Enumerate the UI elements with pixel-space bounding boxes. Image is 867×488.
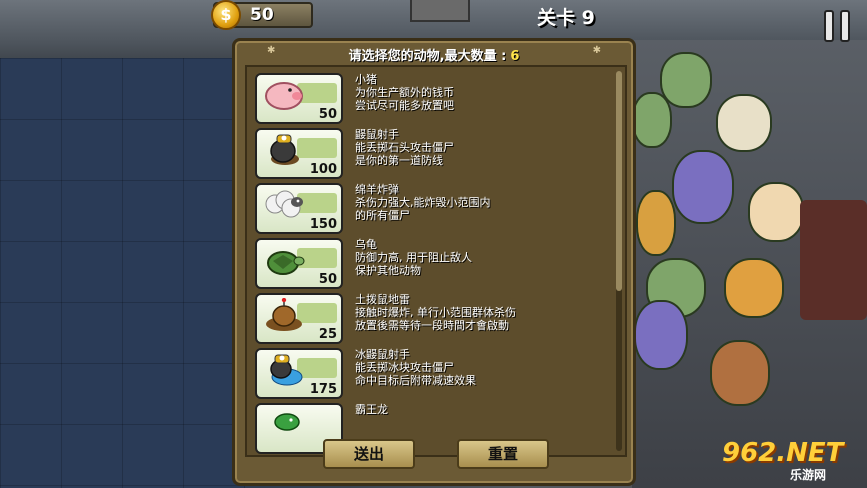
animal-cost: 175: [309, 382, 337, 397]
animal-desc: 绵羊炸弹 杀伤力强大,能炸毁小范围内 的所有僵尸: [355, 183, 491, 222]
animal-card[interactable]: 175: [255, 348, 343, 399]
animal-cost: 50: [318, 272, 337, 287]
site-watermark: 962.NET 乐游网: [722, 434, 862, 484]
animal-name: 鼹鼠射手: [355, 128, 399, 141]
animal-list[interactable]: 50 小猪 为你生产额外的钱币 尝试尽可能多放置吧 100 鼹鼠射手 能丢掷石头…: [245, 65, 627, 457]
reset-button[interactable]: 重置: [457, 439, 549, 469]
coin-value: 50: [250, 5, 274, 25]
turtle-icon: [267, 251, 305, 275]
list-item[interactable]: 100 鼹鼠射手 能丢掷石头攻击僵尸 是你的第一道防线: [255, 128, 615, 182]
animal-card[interactable]: 150: [255, 183, 343, 234]
animal-card[interactable]: 50: [255, 238, 343, 289]
animal-desc: 土拨鼠地雷 接触时爆炸, 单行小范围群体杀伤 放置後需等待一段時間才會啟動: [355, 293, 516, 332]
list-item[interactable]: 霸王龙: [255, 403, 615, 455]
animal-card[interactable]: 25: [255, 293, 343, 344]
pause-button[interactable]: [824, 10, 856, 44]
watermark-sub: 乐游网: [790, 468, 827, 482]
watermark-logo: 962.NET: [722, 438, 844, 468]
gopher-mine-icon: [266, 298, 302, 331]
animal-cost: 50: [318, 107, 337, 122]
animal-card[interactable]: 100: [255, 128, 343, 179]
pharaoh-zombie: [672, 150, 734, 224]
animal-desc-line: 尝试尽可能多放置吧: [355, 99, 454, 112]
animal-card[interactable]: 50: [255, 73, 343, 124]
anubis-zombie: [710, 340, 770, 406]
animal-desc-line: 接触时爆炸, 单行小范围群体杀伤: [355, 306, 516, 319]
max-count: 6: [510, 49, 520, 64]
list-item[interactable]: 175 冰鼹鼠射手 能丢掷冰块攻击僵尸 命中目标后附带减速效果: [255, 348, 615, 402]
trex-icon: [274, 413, 300, 431]
animal-desc: 鼹鼠射手 能丢掷石头攻击僵尸 是你的第一道防线: [355, 128, 454, 167]
egypt-zombie: [724, 258, 784, 318]
pause-icon-bar: [840, 10, 850, 42]
game-stage: $ 50 关卡 9 ✱ ✱ 请选择您的动物,最大数量 :6 50 小猪 为你生产…: [0, 0, 867, 488]
pig-icon: [265, 82, 303, 110]
list-item[interactable]: 25 土拨鼠地雷 接触时爆炸, 单行小范围群体杀伤 放置後需等待一段時間才會啟動: [255, 293, 615, 347]
mummy-zombie: [716, 94, 772, 152]
level-indicator: 关卡 9: [537, 7, 595, 29]
scrollbar-thumb[interactable]: [616, 71, 622, 291]
animal-desc-line: 保护其他动物: [355, 264, 421, 277]
animal-cost: 150: [309, 217, 337, 232]
pharaoh-zombie: [636, 190, 676, 256]
animal-name: 乌龟: [355, 238, 377, 251]
egypt-zombie: [748, 182, 804, 242]
zombie: [632, 92, 672, 148]
animal-name: 绵羊炸弹: [355, 183, 399, 196]
animal-cost: 100: [309, 162, 337, 177]
mole-shooter-icon: [270, 134, 299, 165]
car-wreck: [800, 200, 867, 320]
pause-icon: [824, 10, 834, 42]
animal-name: 冰鼹鼠射手: [355, 348, 410, 361]
zombie: [660, 52, 712, 108]
dialog-title-text: 请选择您的动物,最大数量 :: [348, 49, 507, 64]
animal-desc-line: 命中目标后附带减速效果: [355, 374, 476, 387]
animal-desc-line: 杀伤力强大,能炸毁小范围内: [355, 196, 491, 209]
list-item[interactable]: 50 小猪 为你生产额外的钱币 尝试尽可能多放置吧: [255, 73, 615, 127]
animal-desc-line: 防御力高, 用于阻止敌人: [355, 251, 472, 264]
coin-icon: $: [211, 0, 241, 30]
tower-decoration: [410, 0, 470, 22]
animal-name: 小猪: [355, 73, 377, 86]
animal-desc-line: 的所有僵尸: [355, 209, 410, 222]
send-button[interactable]: 送出: [323, 439, 415, 469]
dialog-title: 请选择您的动物,最大数量 :6: [235, 45, 633, 64]
animal-desc: 霸王龙: [355, 403, 388, 416]
list-item[interactable]: 150 绵羊炸弹 杀伤力强大,能炸毁小范围内 的所有僵尸: [255, 183, 615, 237]
animal-desc-line: 为你生产额外的钱币: [355, 86, 454, 99]
animal-desc: 乌龟 防御力高, 用于阻止敌人 保护其他动物: [355, 238, 472, 277]
animal-desc: 冰鼹鼠射手 能丢掷冰块攻击僵尸 命中目标后附带减速效果: [355, 348, 476, 387]
ice-mole-shooter-icon: [270, 354, 303, 386]
animal-cost: 25: [318, 327, 337, 342]
animal-select-dialog: ✱ ✱ 请选择您的动物,最大数量 :6 50 小猪 为你生产额外的钱币 尝试尽可…: [232, 38, 636, 486]
animal-desc-line: 放置後需等待一段時間才會啟動: [355, 319, 509, 332]
animal-desc-line: 能丢掷石头攻击僵尸: [355, 141, 454, 154]
sheep-bomb-icon: [265, 190, 303, 218]
animal-name: 土拨鼠地雷: [355, 293, 410, 306]
lawn-grid[interactable]: [0, 58, 245, 488]
animal-desc: 小猪 为你生产额外的钱币 尝试尽可能多放置吧: [355, 73, 454, 112]
pharaoh-zombie: [634, 300, 688, 370]
animal-desc-line: 能丢掷冰块攻击僵尸: [355, 361, 454, 374]
animal-desc-line: 是你的第一道防线: [355, 154, 443, 167]
animal-name: 霸王龙: [355, 403, 388, 416]
list-item[interactable]: 50 乌龟 防御力高, 用于阻止敌人 保护其他动物: [255, 238, 615, 292]
